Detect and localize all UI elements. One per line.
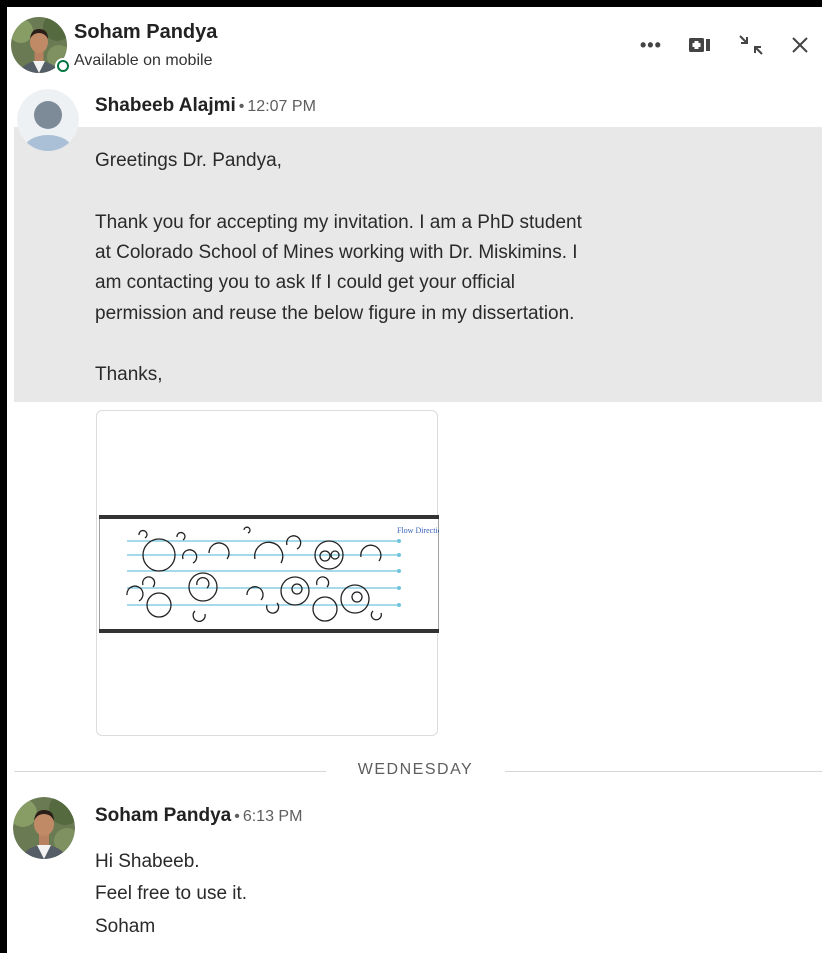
contact-status: Available on mobile (74, 52, 213, 69)
message-timestamp: 12:07 PM (247, 98, 316, 115)
message-line: Hi Shabeeb. (95, 851, 200, 872)
sender-avatar[interactable] (13, 797, 75, 859)
chat-window: Soham Pandya Available on mobile ••• Sha… (7, 7, 822, 953)
sender-avatar-placeholder[interactable] (17, 89, 79, 151)
minimize-button[interactable] (738, 33, 764, 57)
message-timestamp: 6:13 PM (242, 808, 303, 825)
compress-arrows-icon (739, 35, 763, 55)
video-call-icon (688, 38, 710, 52)
date-divider-label: WEDNESDAY (357, 761, 474, 778)
message-line: permission and reuse the below figure in… (95, 303, 575, 324)
sender-name[interactable]: Shabeeb Alajmi (95, 95, 236, 116)
message-sender[interactable]: Shabeeb Alajmi • 12:07 PM (95, 95, 316, 117)
message-line: Thanks, (95, 364, 163, 385)
message-line: Feel free to use it. (95, 883, 248, 904)
message-line: at Colorado School of Mines working with… (95, 242, 578, 263)
online-presence-indicator (55, 58, 71, 74)
message-sender[interactable]: Soham Pandya • 6:13 PM (95, 805, 302, 827)
date-divider-line (505, 771, 822, 772)
more-options-button[interactable]: ••• (640, 33, 662, 57)
close-button[interactable] (790, 33, 810, 57)
header-actions: ••• (640, 33, 810, 57)
sender-name[interactable]: Soham Pandya (95, 805, 231, 826)
message-line: Thank you for accepting my invitation. I… (95, 212, 582, 233)
figure-label: Flow Direction (397, 526, 439, 535)
chat-header[interactable]: Soham Pandya Available on mobile ••• (7, 7, 822, 79)
image-attachment[interactable]: Flow Direction (96, 410, 439, 736)
message-line: Soham (95, 916, 156, 937)
message-line: am contacting you to ask If I could get … (95, 272, 515, 293)
video-call-button[interactable] (688, 33, 712, 57)
flow-figure-image[interactable]: Flow Direction (99, 515, 439, 633)
date-divider-line (14, 771, 326, 772)
more-dots-icon: ••• (640, 34, 662, 55)
message-line: Greetings Dr. Pandya, (95, 150, 282, 171)
contact-name[interactable]: Soham Pandya (74, 21, 217, 44)
close-icon (792, 37, 808, 53)
